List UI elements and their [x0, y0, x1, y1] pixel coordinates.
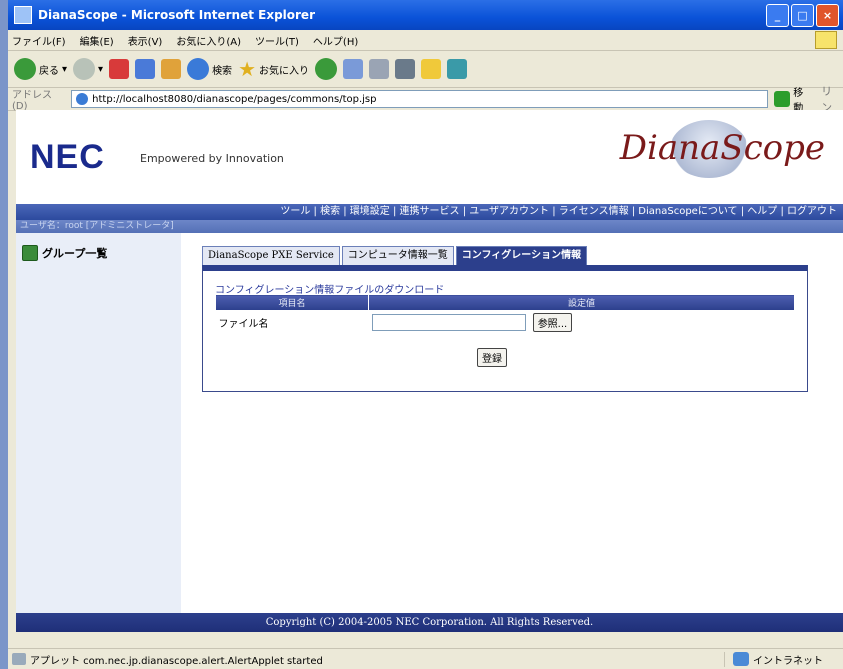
main-content: グループ一覧 DianaScope PXE Service コンピュータ情報一覧… — [16, 233, 843, 613]
favorites-label: お気に入り — [259, 65, 309, 77]
messenger-icon[interactable] — [447, 59, 467, 79]
col-header-value: 設定値 — [368, 294, 795, 311]
stop-icon[interactable] — [109, 59, 130, 79]
toolbar: 戻る ▾ ▾ 検索 ★ お気に入り — [8, 51, 843, 88]
address-input[interactable]: http://localhost8080/dianascope/pages/co… — [71, 90, 769, 108]
group-list-link[interactable]: グループ一覧 — [22, 245, 107, 261]
page-footer: Copyright (C) 2004-2005 NEC Corporation.… — [16, 613, 843, 632]
forward-button[interactable]: ▾ — [73, 58, 103, 80]
tab-pxe-service[interactable]: DianaScope PXE Service — [202, 246, 340, 265]
nav-bar[interactable]: ツール | 検索 | 環境設定 | 連携サービス | ユーザアカウント | ライ… — [16, 204, 843, 220]
web-page: NEC Empowered by Innovation DianaScope ツ… — [16, 110, 843, 632]
print-icon[interactable] — [369, 59, 389, 79]
star-icon: ★ — [238, 57, 256, 81]
history-icon[interactable] — [315, 58, 337, 80]
nec-tagline: Empowered by Innovation — [140, 152, 284, 165]
back-label: 戻る — [39, 65, 59, 77]
security-zone: イントラネット — [724, 651, 823, 667]
menu-bar: ファイル(F) 編集(E) 表示(V) お気に入り(A) ツール(T) ヘルプ(… — [8, 30, 843, 51]
menu-favorites[interactable]: お気に入り(A) — [176, 33, 241, 48]
submit-button[interactable]: 登録 — [477, 348, 507, 367]
col-header-item: 項目名 — [215, 294, 369, 311]
address-url: http://localhost8080/dianascope/pages/co… — [92, 93, 377, 105]
browse-button[interactable]: 参照... — [532, 312, 573, 332]
tab-bar: DianaScope PXE Service コンピュータ情報一覧 コンフィグレ… — [202, 246, 589, 265]
menu-view[interactable]: 表示(V) — [128, 33, 163, 48]
group-list-label: グループ一覧 — [42, 247, 108, 260]
page-icon — [76, 93, 89, 105]
tab-configuration[interactable]: コンフィグレーション情報 — [455, 246, 588, 265]
title-bar: DianaScope - Microsoft Internet Explorer… — [8, 0, 843, 30]
page-header: NEC Empowered by Innovation DianaScope — [16, 110, 843, 204]
forward-arrow-icon — [73, 58, 96, 80]
search-icon — [187, 58, 210, 80]
address-label: アドレス(D) — [12, 90, 52, 112]
address-bar: アドレス(D) http://localhost8080/dianascope/… — [8, 85, 843, 114]
left-pane: グループ一覧 — [16, 233, 181, 613]
config-panel: コンフィグレーション情報ファイルのダウンロード 項目名 設定値 ファイル名 参照… — [202, 265, 808, 392]
favorites-button[interactable]: ★ お気に入り — [238, 57, 309, 81]
window-title: DianaScope - Microsoft Internet Explorer — [38, 8, 315, 22]
dianascope-logo: DianaScope — [619, 128, 825, 168]
user-info: ユーザ名：root [アドミニストレータ] — [16, 220, 843, 233]
file-name-label: ファイル名 — [218, 318, 269, 330]
menu-edit[interactable]: 編集(E) — [80, 33, 114, 48]
edit-icon[interactable] — [395, 59, 415, 79]
folder-icon[interactable] — [421, 59, 441, 79]
menu-file[interactable]: ファイル(F) — [12, 33, 66, 48]
back-button[interactable]: 戻る ▾ — [14, 58, 67, 80]
intranet-icon — [733, 652, 749, 666]
ie-app-icon — [14, 6, 32, 24]
search-label: 検索 — [212, 65, 233, 77]
menu-help[interactable]: ヘルプ(H) — [313, 33, 358, 48]
status-bar: アプレット com.nec.jp.dianascope.alert.AlertA… — [8, 648, 843, 669]
close-button[interactable]: × — [816, 3, 839, 27]
search-button[interactable]: 検索 — [187, 58, 232, 80]
browser-window: DianaScope - Microsoft Internet Explorer… — [8, 0, 843, 669]
minimize-button[interactable]: _ — [766, 3, 789, 27]
table-row: ファイル名 参照... — [216, 311, 795, 334]
applet-status-icon — [12, 653, 26, 665]
refresh-icon[interactable] — [135, 59, 156, 79]
group-icon — [22, 245, 38, 261]
tab-computer-list[interactable]: コンピュータ情報一覧 — [341, 246, 454, 265]
nec-logo: NEC — [30, 138, 105, 176]
go-arrow-icon — [774, 91, 791, 107]
status-message: アプレット com.nec.jp.dianascope.alert.AlertA… — [30, 655, 323, 667]
back-arrow-icon — [14, 58, 36, 80]
file-path-input[interactable] — [371, 313, 526, 331]
mail-icon[interactable] — [343, 59, 363, 79]
config-form-table: 項目名 設定値 ファイル名 参照... — [215, 294, 795, 333]
windows-flag-icon — [815, 31, 837, 49]
menu-tools[interactable]: ツール(T) — [255, 33, 299, 48]
home-icon[interactable] — [161, 59, 182, 79]
maximize-button[interactable]: □ — [791, 3, 814, 27]
zone-label: イントラネット — [753, 655, 823, 667]
